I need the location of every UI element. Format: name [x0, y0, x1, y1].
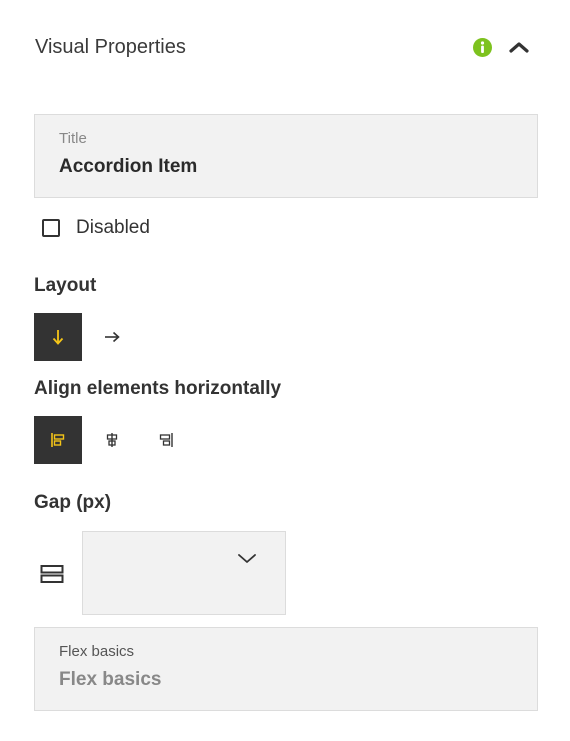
gap-heading: Gap (px) — [34, 492, 112, 513]
title-field[interactable]: Title Accordion Item — [34, 114, 538, 198]
title-field-value[interactable]: Accordion Item — [59, 156, 197, 178]
align-left-button[interactable] — [34, 416, 82, 464]
flex-basics-input[interactable]: Flex basics — [59, 669, 161, 691]
align-right-icon — [159, 433, 173, 447]
flex-basics-label: Flex basics — [59, 643, 135, 660]
flex-basics-field[interactable]: Flex basics Flex basics — [34, 627, 538, 711]
align-heading: Align elements horizontally — [34, 378, 282, 399]
disabled-checkbox[interactable] — [42, 219, 60, 237]
gap-select[interactable] — [82, 531, 286, 615]
title-field-label: Title — [59, 130, 87, 147]
layout-horizontal-button[interactable] — [88, 313, 136, 361]
panel-header: Visual Properties — [35, 34, 530, 60]
align-left-icon — [51, 433, 65, 447]
arrow-down-icon — [52, 330, 64, 345]
align-center-icon — [106, 433, 118, 447]
disabled-checkbox-label[interactable]: Disabled — [76, 216, 150, 240]
gap-rows-icon — [40, 564, 64, 584]
layout-vertical-button[interactable] — [34, 313, 82, 361]
arrow-right-icon — [105, 331, 120, 343]
layout-heading: Layout — [34, 275, 97, 296]
chevron-down-icon[interactable] — [236, 552, 258, 566]
align-center-button[interactable] — [88, 416, 136, 464]
info-icon[interactable] — [473, 38, 492, 57]
align-right-button[interactable] — [142, 416, 190, 464]
chevron-up-icon[interactable] — [508, 40, 530, 54]
panel-title: Visual Properties — [35, 36, 186, 58]
